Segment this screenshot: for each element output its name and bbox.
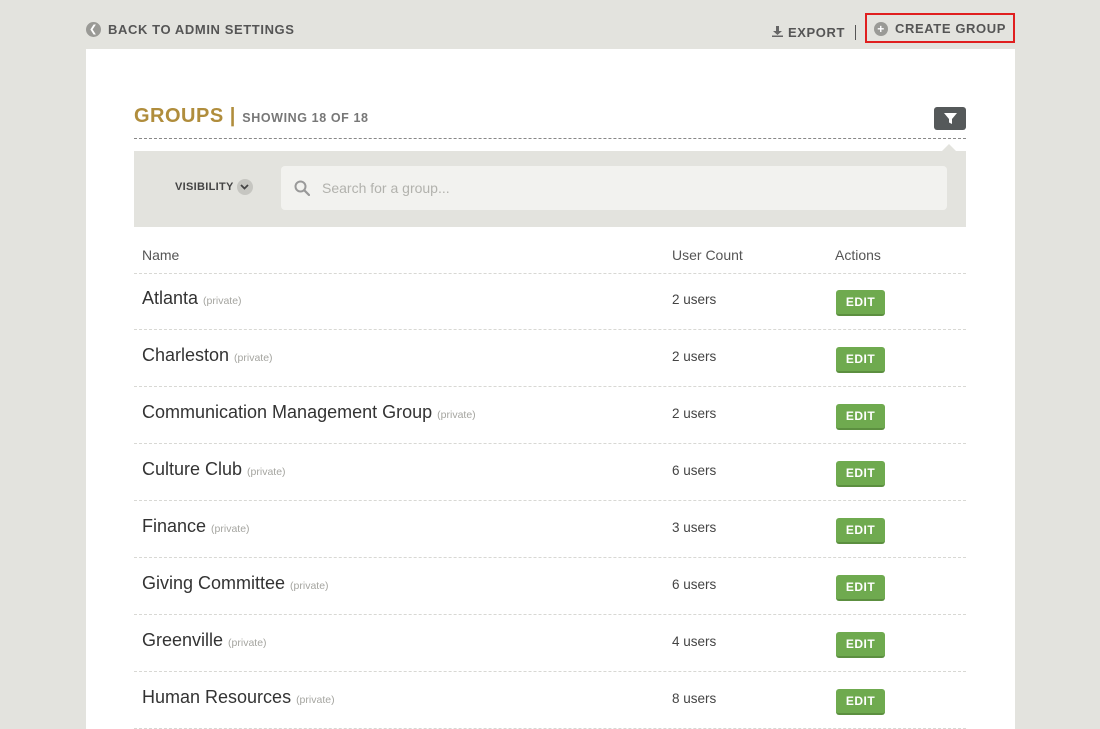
group-name-cell: Communication Management Group (private) (142, 402, 476, 423)
chevron-down-icon (236, 179, 253, 195)
edit-button[interactable]: EDIT (836, 518, 885, 544)
group-name-cell: Greenville (private) (142, 630, 267, 651)
group-name[interactable]: Atlanta (142, 288, 198, 308)
filter-panel: VISIBILITY (134, 144, 966, 227)
group-name-cell: Human Resources (private) (142, 687, 335, 708)
column-header-user-count: User Count (672, 247, 743, 263)
edit-button[interactable]: EDIT (836, 290, 885, 316)
group-name-cell: Giving Committee (private) (142, 573, 329, 594)
group-name[interactable]: Charleston (142, 345, 229, 365)
group-visibility: (private) (290, 580, 329, 592)
group-name-cell: Atlanta (private) (142, 288, 242, 309)
export-button[interactable]: EXPORT (771, 25, 846, 40)
table-header: Name User Count Actions (134, 241, 966, 274)
group-visibility: (private) (228, 637, 267, 649)
showing-count: SHOWING 18 OF 18 (242, 111, 369, 125)
back-to-admin-settings-link[interactable]: ❮ BACK TO ADMIN SETTINGS (86, 22, 295, 37)
column-header-name: Name (142, 247, 180, 263)
funnel-icon (943, 113, 957, 124)
group-visibility: (private) (247, 466, 286, 478)
create-group-button[interactable]: + CREATE GROUP (865, 13, 1015, 43)
filter-toggle-button[interactable] (934, 107, 966, 130)
top-bar: ❮ BACK TO ADMIN SETTINGS EXPORT + CREATE… (0, 0, 1100, 48)
group-name[interactable]: Communication Management Group (142, 402, 432, 422)
table-row: Culture Club (private) 6 users EDIT (134, 444, 966, 501)
table-row: Human Resources (private) 8 users EDIT (134, 672, 966, 729)
download-icon (771, 25, 783, 40)
group-visibility: (private) (296, 694, 335, 706)
groups-table-body: Atlanta (private) 2 users EDIT Charleston… (134, 273, 966, 729)
group-visibility: (private) (234, 352, 273, 364)
search-input[interactable] (320, 179, 924, 197)
edit-button[interactable]: EDIT (836, 347, 885, 373)
edit-button[interactable]: EDIT (836, 632, 885, 658)
user-count: 2 users (672, 292, 717, 307)
user-count: 6 users (672, 463, 717, 478)
table-row: Giving Committee (private) 6 users EDIT (134, 558, 966, 615)
group-name-cell: Charleston (private) (142, 345, 273, 366)
table-row: Communication Management Group (private) … (134, 387, 966, 444)
visibility-dropdown[interactable]: VISIBILITY (175, 179, 253, 195)
action-divider (855, 25, 857, 40)
user-count: 6 users (672, 577, 717, 592)
groups-card: GROUPS | SHOWING 18 OF 18 VISIBILITY Nam… (86, 49, 1015, 729)
visibility-label: VISIBILITY (175, 181, 234, 193)
table-row: Atlanta (private) 2 users EDIT (134, 273, 966, 330)
user-count: 2 users (672, 349, 717, 364)
plus-icon: + (874, 21, 889, 36)
top-actions: EXPORT + CREATE GROUP (771, 13, 1015, 43)
edit-button[interactable]: EDIT (836, 404, 885, 430)
user-count: 8 users (672, 691, 717, 706)
group-name-cell: Finance (private) (142, 516, 250, 537)
group-visibility: (private) (211, 523, 250, 535)
edit-button[interactable]: EDIT (836, 461, 885, 487)
user-count: 4 users (672, 634, 717, 649)
search-icon (294, 180, 310, 196)
export-label: EXPORT (787, 25, 846, 40)
group-name[interactable]: Giving Committee (142, 573, 285, 593)
table-row: Charleston (private) 2 users EDIT (134, 330, 966, 387)
user-count: 3 users (672, 520, 717, 535)
heading-separator: | (229, 105, 236, 127)
table-row: Finance (private) 3 users EDIT (134, 501, 966, 558)
group-name[interactable]: Culture Club (142, 459, 242, 479)
search-box (281, 166, 947, 210)
edit-button[interactable]: EDIT (836, 575, 885, 601)
back-link-label: BACK TO ADMIN SETTINGS (108, 22, 295, 37)
group-visibility: (private) (437, 409, 476, 421)
user-count: 2 users (672, 406, 717, 421)
table-row: Greenville (private) 4 users EDIT (134, 615, 966, 672)
edit-button[interactable]: EDIT (836, 689, 885, 715)
filter-panel-notch (942, 144, 956, 151)
column-header-actions: Actions (835, 247, 881, 263)
heading-divider (134, 138, 966, 139)
group-visibility: (private) (203, 295, 242, 307)
group-name-cell: Culture Club (private) (142, 459, 286, 480)
group-name[interactable]: Greenville (142, 630, 223, 650)
page-title: GROUPS (134, 105, 224, 127)
group-name[interactable]: Human Resources (142, 687, 291, 707)
group-name[interactable]: Finance (142, 516, 206, 536)
create-group-label: CREATE GROUP (895, 21, 1006, 36)
page-heading: GROUPS | SHOWING 18 OF 18 (134, 105, 369, 128)
chevron-left-icon: ❮ (86, 22, 101, 37)
